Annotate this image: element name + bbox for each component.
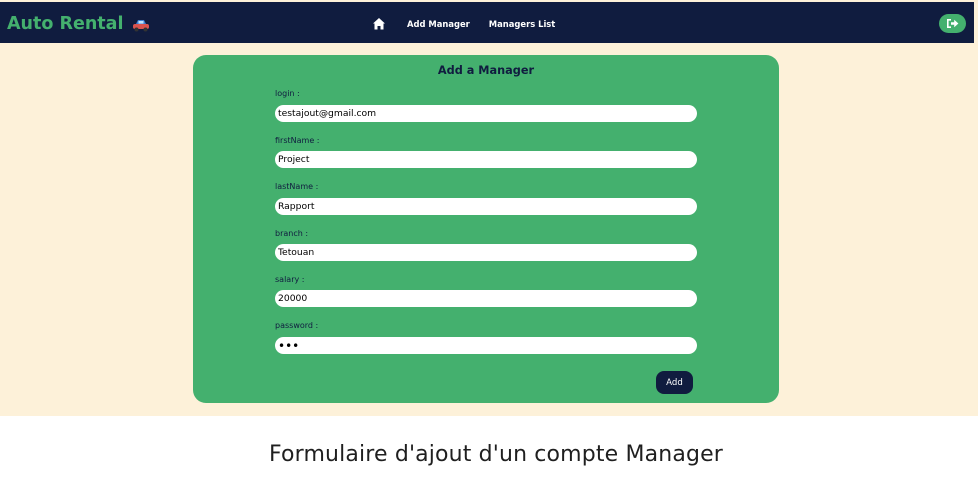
- password-label: password :: [275, 321, 319, 330]
- home-icon[interactable]: [372, 17, 386, 31]
- logout-icon: [947, 19, 959, 28]
- nav-managers-list[interactable]: Managers List: [489, 19, 556, 29]
- nav-links: Add Manager Managers List: [372, 15, 555, 33]
- login-input[interactable]: [275, 105, 697, 122]
- password-input[interactable]: [275, 337, 697, 354]
- app-screen: Auto Rental Add Manager Managers List Ad…: [0, 0, 978, 416]
- brand-title: Auto Rental: [7, 14, 124, 34]
- form-title: Add a Manager: [437, 64, 535, 77]
- login-label: login :: [275, 89, 300, 98]
- add-manager-form: Add a Manager login : firstName : lastNa…: [193, 55, 779, 403]
- navbar: Auto Rental Add Manager Managers List: [0, 2, 974, 43]
- nav-add-manager[interactable]: Add Manager: [407, 19, 470, 29]
- firstname-label: firstName :: [275, 136, 320, 145]
- brand[interactable]: Auto Rental: [7, 13, 150, 35]
- lastname-input[interactable]: [275, 198, 697, 215]
- branch-input[interactable]: [275, 244, 697, 261]
- firstname-input[interactable]: [275, 151, 697, 168]
- car-icon: [133, 20, 150, 32]
- add-button[interactable]: Add: [656, 371, 693, 394]
- branch-label: branch :: [275, 229, 309, 238]
- salary-label: salary :: [275, 275, 305, 284]
- figure-caption: Formulaire d'ajout d'un compte Manager: [269, 442, 723, 467]
- logout-button[interactable]: [939, 14, 966, 33]
- lastname-label: lastName :: [275, 182, 319, 191]
- salary-input[interactable]: [275, 290, 697, 307]
